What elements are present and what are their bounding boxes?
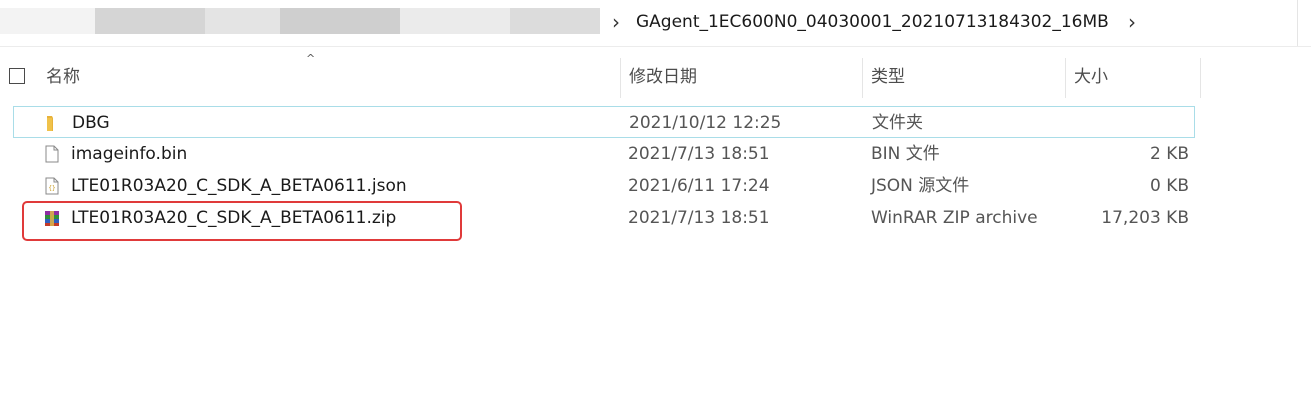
list-item-zip[interactable]: LTE01R03A20_C_SDK_A_BETA0611.zip 2021/7/… (13, 202, 1195, 234)
json-file-icon: {} (45, 177, 59, 195)
file-name: DBG (72, 113, 110, 133)
column-divider[interactable] (1200, 58, 1201, 98)
blurred-path-segment (400, 8, 510, 34)
blurred-path-segment (0, 8, 95, 34)
list-item-imageinfo[interactable]: imageinfo.bin 2021/7/13 18:51 BIN 文件 2 K… (13, 138, 1195, 170)
breadcrumb-chevron-icon[interactable]: › (1128, 10, 1136, 34)
file-icon (45, 145, 59, 163)
blurred-path-segment (205, 8, 280, 34)
file-type: JSON 源文件 (871, 176, 970, 196)
column-header: ^ 名称 修改日期 类型 大小 (0, 52, 1311, 98)
file-date: 2021/6/11 17:24 (628, 176, 770, 196)
folder-icon (47, 116, 53, 131)
column-header-date[interactable]: 修改日期 (621, 58, 862, 98)
svg-text:{}: {} (48, 185, 55, 192)
file-date: 2021/10/12 12:25 (629, 113, 782, 133)
winrar-zip-icon (45, 211, 59, 226)
file-name: LTE01R03A20_C_SDK_A_BETA0611.json (71, 176, 407, 196)
file-type: BIN 文件 (871, 144, 940, 164)
file-size: 0 KB (1149, 176, 1189, 196)
blurred-path-segment (280, 8, 400, 34)
blurred-path-segment (95, 8, 205, 34)
file-size: 2 KB (1149, 144, 1189, 164)
file-date: 2021/7/13 18:51 (628, 144, 770, 164)
list-item-dbg[interactable]: DBG 2021/10/12 12:25 文件夹 (13, 106, 1195, 138)
address-bar-divider (1297, 0, 1298, 46)
address-bar-border (0, 46, 1311, 47)
file-size: 17,203 KB (1101, 208, 1189, 228)
breadcrumb-chevron-icon[interactable]: › (612, 10, 620, 34)
list-item-json[interactable]: {} LTE01R03A20_C_SDK_A_BETA0611.json 202… (13, 170, 1195, 202)
file-type: WinRAR ZIP archive (871, 208, 1038, 228)
file-name: imageinfo.bin (71, 144, 188, 164)
file-size (1070, 107, 1190, 139)
file-explorer-window: › GAgent_1EC600N0_04030001_2021071318430… (0, 0, 1311, 413)
column-header-size[interactable]: 大小 (1066, 58, 1200, 98)
file-type: 文件夹 (872, 113, 923, 133)
column-header-name[interactable]: 名称 (38, 58, 620, 98)
column-header-type[interactable]: 类型 (863, 58, 1065, 98)
select-all-checkbox[interactable] (9, 68, 25, 84)
address-bar[interactable]: › GAgent_1EC600N0_04030001_2021071318430… (0, 0, 1311, 46)
file-date: 2021/7/13 18:51 (628, 208, 770, 228)
breadcrumb-current-folder[interactable]: GAgent_1EC600N0_04030001_20210713184302_… (636, 12, 1109, 32)
file-name: LTE01R03A20_C_SDK_A_BETA0611.zip (71, 208, 397, 228)
blurred-path-segment (510, 8, 600, 34)
